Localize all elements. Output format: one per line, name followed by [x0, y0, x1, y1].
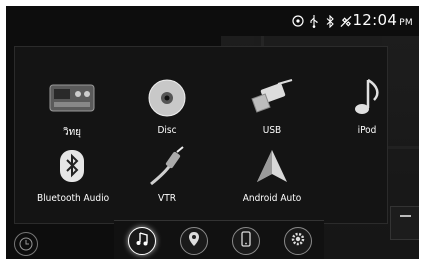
disc-status-icon — [292, 15, 304, 28]
android-auto-icon — [247, 145, 297, 187]
clock-ampm: PM — [399, 18, 413, 28]
source-vtr-label: VTR — [158, 193, 176, 204]
source-radio[interactable]: วิทยุ — [37, 77, 107, 143]
source-vtr[interactable]: VTR — [132, 145, 202, 211]
source-android-auto[interactable]: Android Auto — [237, 145, 307, 211]
media-menu-icon — [134, 231, 150, 251]
signal-mute-icon — [340, 15, 352, 28]
phone-button[interactable] — [232, 227, 260, 255]
source-disc[interactable]: Disc — [132, 77, 202, 143]
bluetooth-status-icon — [324, 14, 336, 28]
media-menu-button[interactable] — [128, 227, 156, 255]
status-bar: 12:04 PM — [6, 6, 419, 36]
phone-icon — [238, 231, 254, 251]
source-menu: วิทยุ Disc USB iPod Bluetooth Audio VTR … — [14, 46, 388, 224]
radio-icon — [47, 77, 97, 119]
source-disc-label: Disc — [157, 125, 177, 136]
status-icons — [292, 14, 352, 28]
bluetooth-icon — [47, 145, 97, 187]
usb-icon — [247, 77, 297, 119]
source-bluetooth-audio[interactable]: Bluetooth Audio — [37, 145, 110, 211]
source-ipod[interactable]: iPod — [332, 77, 402, 143]
av-cable-icon — [142, 145, 192, 187]
music-note-icon — [342, 77, 392, 119]
head-unit-screen: 12:04 PM วิทยุ Disc USB iPod Bluetooth A… — [6, 6, 419, 259]
source-radio-label: วิทยุ — [62, 127, 82, 138]
clock-time: 12:04 — [352, 11, 398, 29]
panel-tab[interactable] — [390, 206, 419, 240]
source-usb[interactable]: USB — [237, 77, 307, 143]
clock-widget-icon[interactable] — [14, 232, 38, 256]
settings-icon — [290, 231, 306, 251]
navigation-button[interactable] — [180, 227, 208, 255]
disc-icon — [142, 77, 192, 119]
navigation-icon — [187, 231, 201, 251]
source-android-auto-label: Android Auto — [242, 193, 302, 204]
source-usb-label: USB — [262, 125, 282, 136]
usb-status-icon — [308, 14, 320, 28]
bottom-dock — [114, 220, 324, 259]
source-bluetooth-audio-label: Bluetooth Audio — [37, 193, 110, 204]
source-ipod-label: iPod — [357, 125, 377, 136]
clock: 12:04 PM — [352, 11, 413, 29]
settings-button[interactable] — [284, 227, 312, 255]
